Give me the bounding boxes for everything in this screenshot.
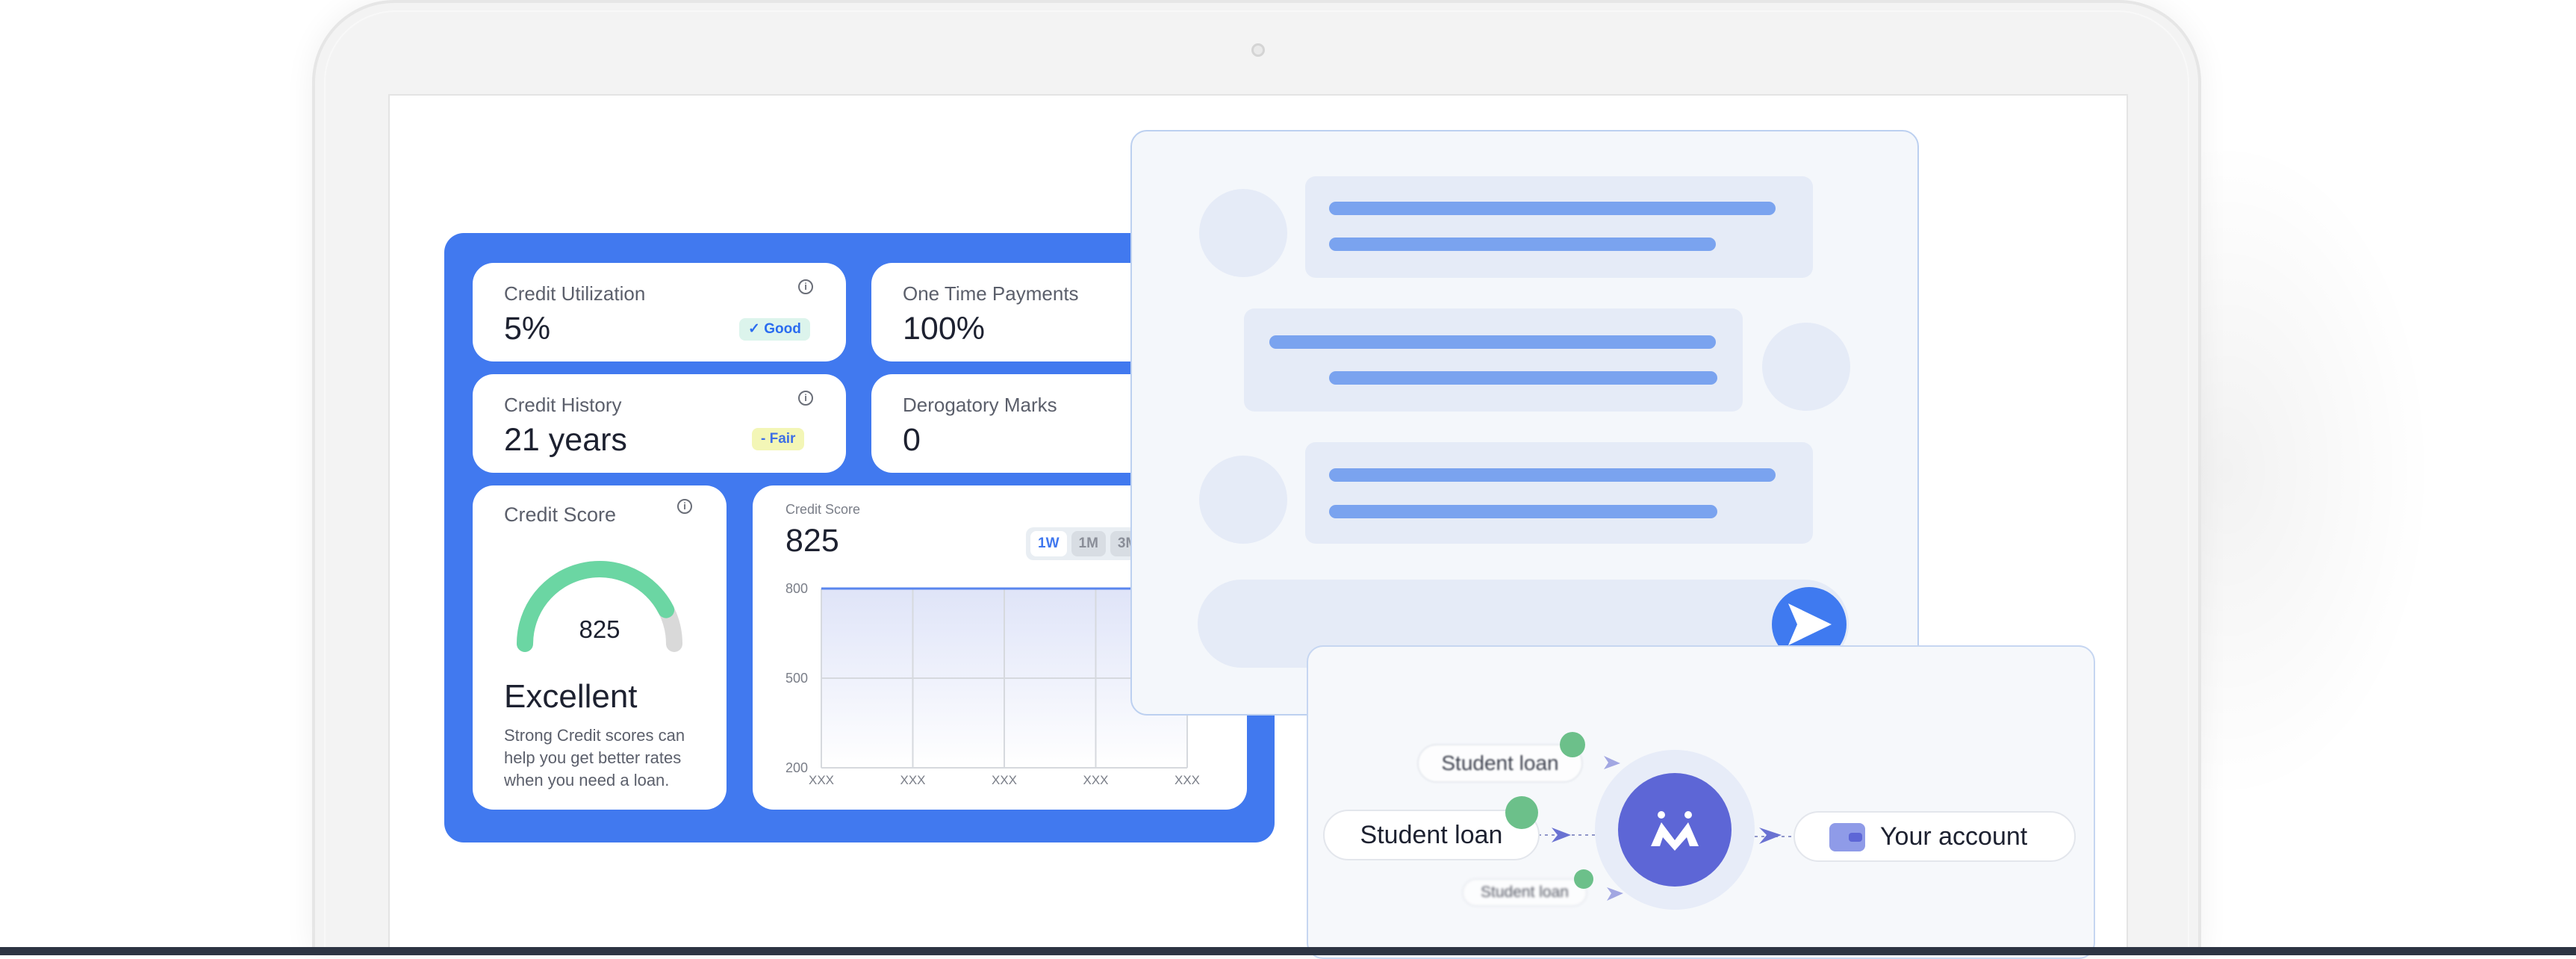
metric-value: 100% (903, 311, 985, 347)
message-line (1329, 238, 1716, 251)
metric-card-credit-history[interactable]: Credit History 21 years i - Fair (473, 374, 846, 473)
avatar (1199, 189, 1287, 277)
metric-label: One Time Payments (903, 282, 1079, 305)
metric-value: 21 years (504, 422, 627, 458)
metric-label: Credit History (504, 394, 622, 416)
status-badge: - Fair (752, 428, 805, 450)
card-title: Credit Score (504, 503, 617, 526)
status-dot (1560, 732, 1585, 757)
message-line (1329, 202, 1776, 215)
message-line (1269, 335, 1716, 349)
x-tick-label: XXX (900, 773, 925, 787)
camera-icon (1251, 43, 1265, 57)
message-line (1329, 468, 1776, 482)
hub (1618, 773, 1732, 887)
source-pill: Student loan (1462, 878, 1587, 907)
credit-score-card[interactable]: Credit Score i 825 Excellent Strong Cred… (473, 485, 727, 810)
avatar (1762, 323, 1850, 411)
chat-message (1244, 308, 1743, 412)
status-dot (1574, 869, 1593, 889)
metric-label: Derogatory Marks (903, 394, 1057, 416)
y-tick-label: 500 (785, 671, 808, 686)
metric-value: 5% (504, 311, 551, 347)
metric-label: Credit Utilization (504, 282, 646, 305)
destination-label: Your account (1880, 822, 2028, 851)
chat-message (1305, 176, 1813, 278)
source-pill: Student loan (1417, 744, 1583, 783)
chat-message (1305, 442, 1813, 544)
score-description: Strong Credit scores can help you get be… (504, 726, 685, 789)
status-dot (1505, 796, 1538, 829)
destination-pill: Your account (1793, 811, 2076, 862)
y-tick-label: 200 (785, 760, 808, 775)
x-tick-label: XXX (1175, 773, 1200, 787)
info-icon[interactable]: i (677, 499, 692, 514)
metric-value: 0 (903, 422, 921, 458)
message-line (1329, 505, 1717, 518)
status-badge: ✓ Good (739, 318, 810, 341)
info-icon[interactable]: i (798, 391, 813, 406)
bottom-edge-bar (0, 947, 2576, 955)
avatar (1199, 456, 1287, 544)
gauge-value: 825 (579, 615, 620, 643)
x-tick-label: XXX (992, 773, 1017, 787)
message-line (1329, 371, 1717, 385)
y-tick-label: 800 (785, 581, 808, 596)
metric-card-credit-utilization[interactable]: Credit Utilization 5% i ✓ Good (473, 263, 846, 361)
x-tick-label: XXX (1083, 773, 1108, 787)
info-icon[interactable]: i (798, 279, 813, 294)
score-rating: Excellent (504, 678, 638, 715)
x-tick-label: XXX (809, 773, 834, 787)
wallet-icon (1829, 823, 1865, 851)
brand-logo-icon (1651, 811, 1699, 851)
